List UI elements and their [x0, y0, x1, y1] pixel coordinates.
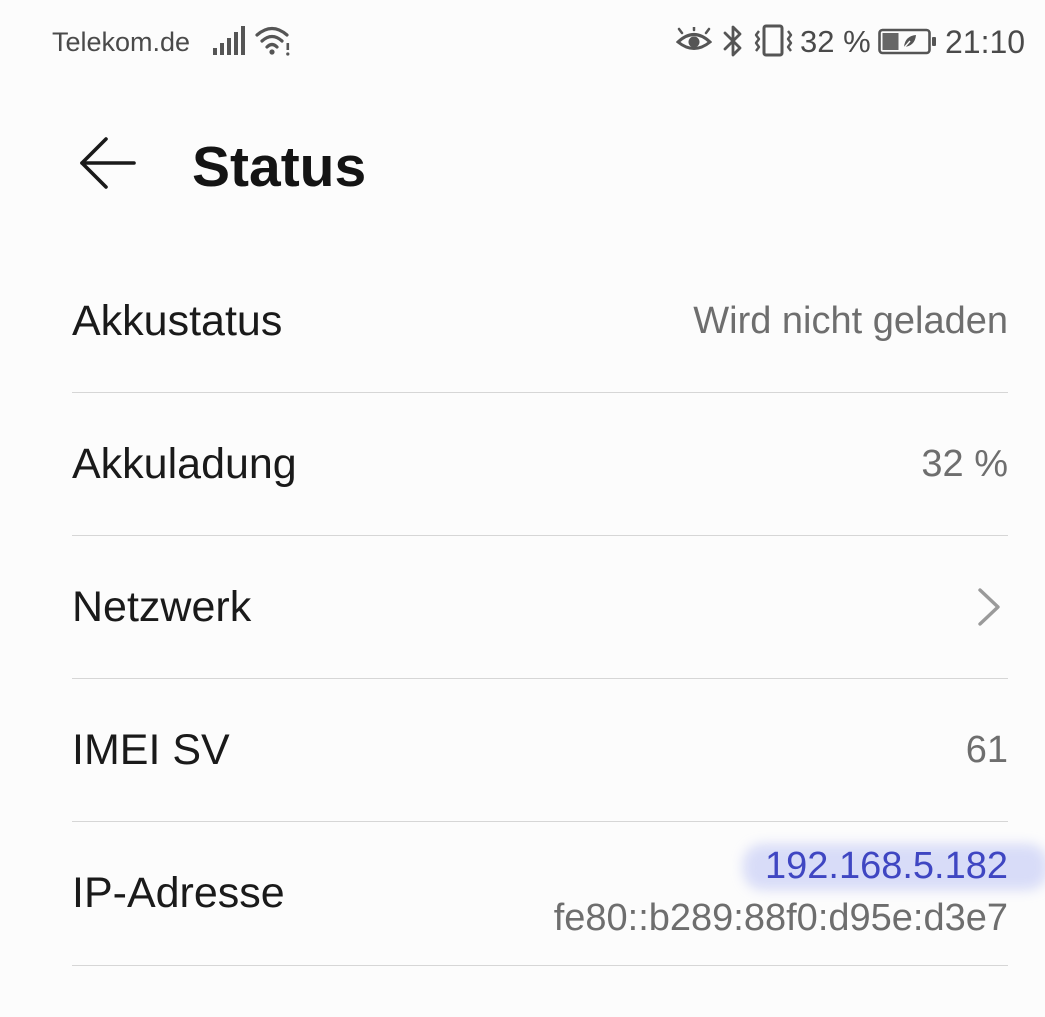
arrow-left-icon	[78, 135, 138, 196]
row-label: Netzwerk	[72, 582, 252, 631]
row-imei-sv: IMEI SV 61	[72, 679, 1008, 822]
row-label: IP-Adresse	[72, 869, 285, 917]
row-akkuladung: Akkuladung 32 %	[72, 393, 1008, 536]
ipv4-address[interactable]: 192.168.5.182	[765, 840, 1008, 892]
row-value: Wird nicht geladen	[693, 299, 1008, 342]
bluetooth-icon	[722, 24, 744, 63]
signal-icon	[212, 26, 246, 61]
wifi-icon	[255, 24, 293, 63]
chevron-right-icon	[974, 586, 1004, 628]
row-value: 61	[965, 728, 1008, 771]
row-ip-adresse: IP-Adresse 192.168.5.182 fe80::b289:88f0…	[72, 822, 1008, 966]
row-netzwerk[interactable]: Netzwerk	[72, 536, 1008, 679]
eye-icon	[675, 25, 713, 60]
carrier-name: Telekom.de	[52, 27, 191, 57]
status-bar: Telekom.de 32 % 21:10	[0, 0, 1045, 84]
page-title: Status	[192, 135, 367, 199]
app-header: Status	[0, 100, 1045, 240]
row-akkustatus: Akkustatus Wird nicht geladen	[72, 250, 1008, 393]
row-label: Akkuladung	[72, 439, 297, 488]
clock: 21:10	[945, 24, 1026, 60]
status-list: Akkustatus Wird nicht geladen Akkuladung…	[72, 250, 1008, 966]
row-value: 32 %	[921, 442, 1008, 485]
vibrate-icon	[752, 24, 796, 63]
ip-values: 192.168.5.182 fe80::b289:88f0:d95e:d3e7	[554, 840, 1008, 944]
row-label: Akkustatus	[72, 296, 283, 345]
battery-icon	[878, 28, 938, 61]
battery-percentage: 32 %	[800, 24, 871, 59]
ipv6-address[interactable]: fe80::b289:88f0:d95e:d3e7	[554, 897, 1008, 939]
back-button[interactable]	[70, 130, 146, 200]
row-label: IMEI SV	[72, 725, 230, 774]
